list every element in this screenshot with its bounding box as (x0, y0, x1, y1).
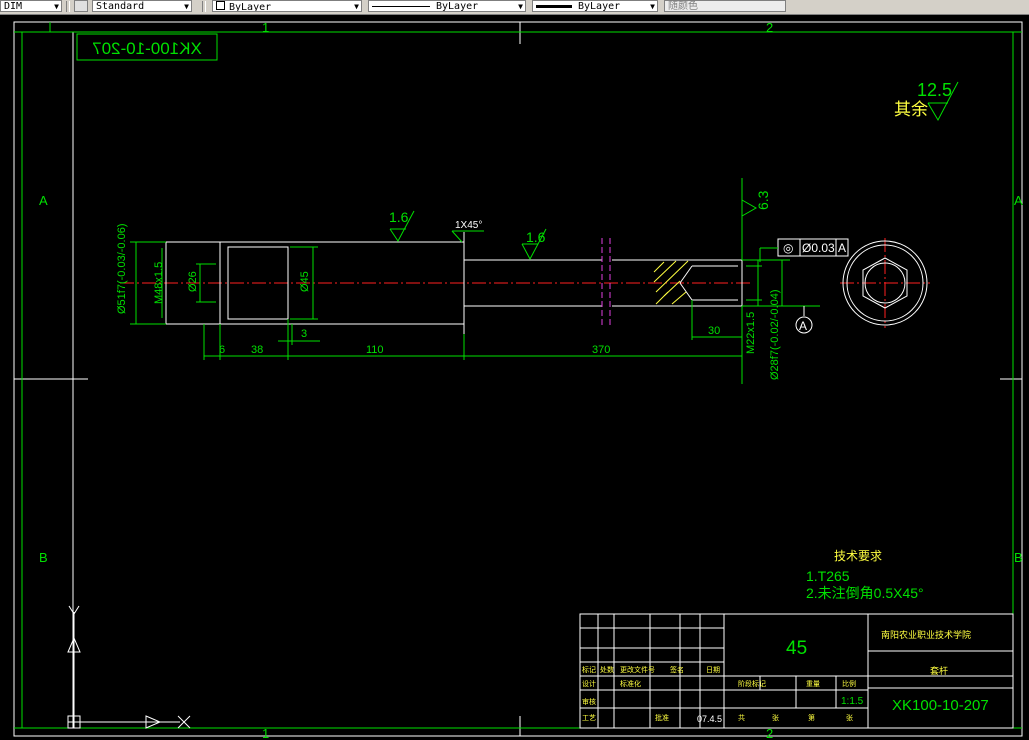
dim-l-30: 30 (708, 325, 720, 337)
material-text: 45 (786, 638, 807, 659)
tb-label: 处数 (600, 665, 614, 674)
mirrored-title-box: XK100-10-207 (76, 33, 218, 61)
dim-l-110: 110 (366, 344, 384, 356)
datum-label: A (799, 319, 807, 333)
drawing-number: XK100-10-207 (892, 697, 989, 714)
dim-l-3: 3 (301, 328, 307, 340)
tb-label: 阶段标记 (738, 679, 766, 688)
linetype-value: ByLayer (436, 1, 479, 12)
tb-label: 共 (738, 713, 745, 722)
grid-col-1-top: 1 (262, 20, 269, 35)
roughness-2-value: 1.6 (526, 229, 546, 245)
roughness-3-value: 6.3 (755, 190, 771, 210)
color-swatch-icon (216, 1, 225, 10)
roughness-1-value: 1.6 (389, 209, 409, 225)
dim-l-6: 6 (219, 344, 225, 356)
grid-col-1-bottom: 1 (262, 726, 269, 740)
tb-label: 张 (846, 713, 853, 722)
outer-sheet-border (13, 21, 1023, 737)
dim-d3: Ø26 (187, 271, 199, 292)
tolerance-value: Ø0.03 (802, 241, 835, 255)
roughness-marks: 1.6 1.6 6.3 (389, 178, 771, 261)
tb-label: 工艺 (582, 714, 596, 722)
drawing-canvas[interactable]: 1 2 1 2 A A B B XK100-10-207 其余 12.5 1.6… (0, 15, 1029, 740)
grid-row-b-right: B (1014, 550, 1023, 565)
mirrored-drawing-no: XK100-10-207 (92, 39, 202, 58)
tb-label: 签名 (670, 665, 684, 674)
surface-rest-value: 12.5 (917, 80, 952, 100)
toolbar-separator (66, 1, 70, 12)
lineweight-dropdown[interactable]: ByLayer ▼ (532, 0, 658, 12)
tolerance-datum: A (838, 241, 846, 255)
school-name: 南阳农业职业技术学院 (881, 629, 971, 640)
dim-d5: M22x1.5 (745, 312, 757, 354)
dim-l-38: 38 (251, 344, 263, 356)
break-lines (601, 238, 611, 326)
date-text: 07.4.5 (697, 714, 722, 724)
surface-finish-note: 其余 12.5 (894, 80, 959, 122)
textstyle-dropdown[interactable]: Standard ▼ (92, 0, 192, 12)
tb-label: 标记 (582, 665, 596, 674)
textstyle-icon[interactable] (74, 0, 88, 12)
linetype-sample (372, 5, 430, 7)
part-name: 套杆 (930, 665, 948, 676)
tb-label: 日期 (706, 666, 720, 674)
layer-value: ByLayer (229, 2, 272, 12)
dimstyle-value: DIM (4, 1, 23, 12)
tb-label: 第 (808, 713, 815, 722)
chevron-down-icon: ▼ (354, 2, 359, 11)
tb-label: 批准 (655, 713, 669, 722)
grid-row-b-left: B (39, 550, 48, 565)
tb-label: 标准化 (620, 679, 641, 688)
scale-text: 1:1.5 (841, 696, 864, 707)
ucs-icon (67, 605, 191, 729)
plotstyle-value: 随颜色 (668, 1, 698, 12)
dim-d6: Ø28f7(-0.02/-0.04) (769, 290, 781, 381)
lineweight-sample (536, 4, 572, 8)
tech-req-title: 技术要求 (834, 549, 882, 563)
tb-label: 更改文件号 (620, 665, 655, 674)
dim-d1: Ø51f7(-0.03/-0.06) (116, 224, 128, 315)
plotstyle-dropdown[interactable]: 随颜色 (664, 0, 786, 12)
chevron-down-icon: ▼ (54, 2, 59, 11)
linetype-dropdown[interactable]: ByLayer ▼ (368, 0, 526, 12)
tb-label: 重量 (806, 680, 820, 688)
chevron-down-icon: ▼ (518, 2, 523, 11)
dim-d2: M48x1.5 (153, 262, 165, 304)
dim-d4: Ø45 (299, 271, 311, 292)
chevron-down-icon: ▼ (650, 2, 655, 11)
grid-col-2-top: 2 (766, 20, 773, 35)
tb-label: 设计 (582, 679, 596, 688)
toolbar-separator (202, 1, 206, 12)
lineweight-value: ByLayer (578, 1, 621, 12)
grid-row-a-right: A (1014, 193, 1023, 208)
technical-requirements: 技术要求 1.T265 2.未注倒角0.5X45° (806, 549, 924, 601)
inner-frame-border (72, 31, 1014, 729)
tb-label: 张 (772, 713, 779, 722)
chevron-down-icon: ▼ (184, 2, 189, 11)
layer-color-dropdown[interactable]: ByLayer ▼ (212, 0, 362, 12)
tb-label: 比例 (842, 679, 856, 688)
concentricity-symbol: ◎ (783, 241, 793, 255)
surface-rest-label: 其余 (894, 100, 928, 119)
dimstyle-dropdown[interactable]: DIM ▼ (0, 0, 62, 12)
chamfer-callout: 1X45° (451, 220, 484, 243)
dim-l-370: 370 (592, 344, 610, 356)
tech-req-1: 1.T265 (806, 568, 850, 584)
chamfer-text: 1X45° (455, 220, 482, 231)
dimension-lines (130, 241, 820, 384)
tb-label: 审核 (582, 697, 596, 706)
properties-toolbar: DIM ▼ Standard ▼ ByLayer ▼ ByLayer ▼ ByLayer… (0, 0, 1029, 15)
tech-req-2: 2.未注倒角0.5X45° (806, 585, 924, 601)
grid-row-a-left: A (39, 193, 48, 208)
textstyle-value: Standard (96, 1, 145, 12)
